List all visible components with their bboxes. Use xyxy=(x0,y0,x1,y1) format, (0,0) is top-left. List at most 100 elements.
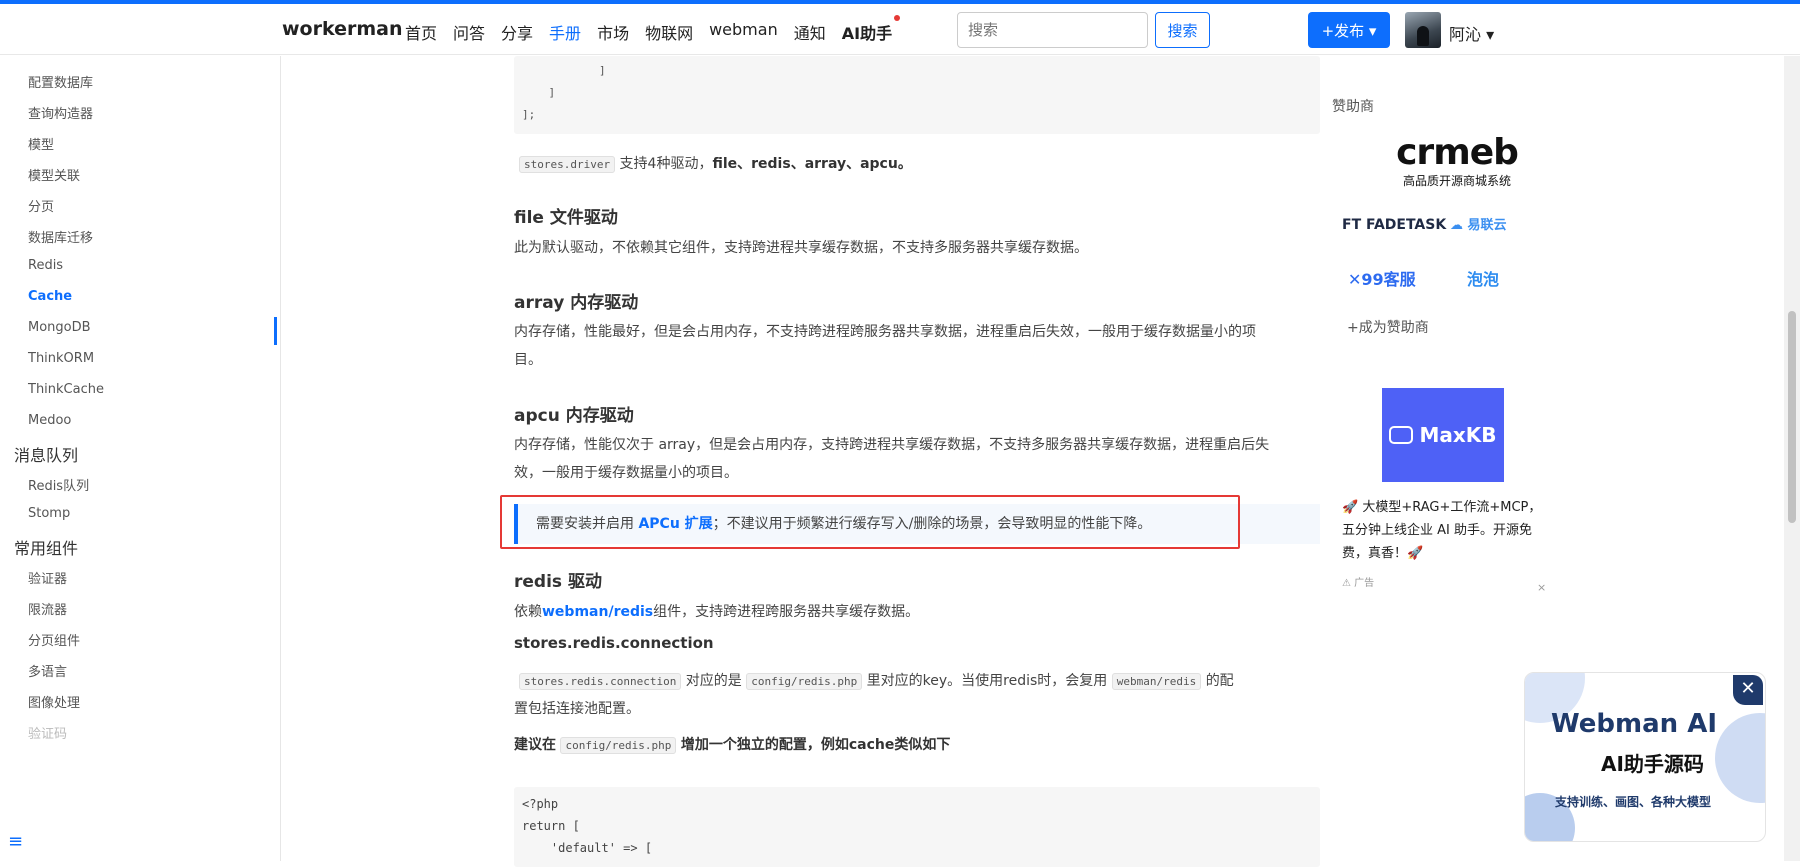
nav-qa[interactable]: 问答 xyxy=(453,20,485,44)
sidebar-item-thinkcache[interactable]: ThinkCache xyxy=(28,382,104,397)
menu-icon[interactable]: ≡ xyxy=(8,831,23,852)
code-line: <?php xyxy=(522,797,559,811)
sidebar-item-redis[interactable]: Redis xyxy=(28,258,63,273)
sidebar-item-pagination-component[interactable]: 分页组件 xyxy=(28,630,80,649)
docs-sidebar: 配置数据库 查询构造器 模型 模型关联 分页 数据库迁移 Redis Cache… xyxy=(0,56,281,861)
redis-text-pre: 依赖 xyxy=(514,604,542,620)
heading-array-driver: array 内存驱动 xyxy=(514,293,639,313)
inline-code: stores.driver xyxy=(519,156,616,173)
sidebar-item-thinkorm[interactable]: ThinkORM xyxy=(28,351,94,366)
search-button[interactable]: 搜索 xyxy=(1155,12,1210,48)
suggest-text-pre: 建议在 xyxy=(514,737,556,753)
ad-label-text: 广告 xyxy=(1354,578,1375,589)
redis-driver-paragraph: 依赖webman/redis组件，支持跨进程跨服务器共享缓存数据。 xyxy=(514,598,919,626)
maxkb-label: MaxKB xyxy=(1419,423,1497,447)
publish-button[interactable]: +发布 ▾ xyxy=(1308,12,1390,48)
sidebar-item-migrations[interactable]: 数据库迁移 xyxy=(28,227,93,246)
connection-text-1: 对应的是 xyxy=(685,673,742,689)
heading-redis-connection: stores.redis.connection xyxy=(514,634,714,652)
code-line: ]; xyxy=(522,108,536,121)
page-scrollbar[interactable] xyxy=(1784,56,1800,861)
redis-text-post: 组件，支持跨进程跨服务器共享缓存数据。 xyxy=(653,604,920,620)
nav-share[interactable]: 分享 xyxy=(501,20,533,44)
nav-manual[interactable]: 手册 xyxy=(549,20,581,44)
sidebar-item-db-config[interactable]: 配置数据库 xyxy=(28,72,93,91)
array-driver-paragraph-2: 目。 xyxy=(514,352,542,368)
search-input[interactable] xyxy=(957,12,1148,48)
sidebar-item-captcha[interactable]: 验证码 xyxy=(28,723,67,742)
ad-label: ⚠ 广告 xyxy=(1342,578,1375,589)
nav-home[interactable]: 首页 xyxy=(405,20,437,44)
crmeb-logo: crmeb xyxy=(1396,132,1519,173)
cloud-icon: ☁ xyxy=(1450,218,1463,233)
code-line: return [ xyxy=(522,819,580,833)
sidebar-item-stomp[interactable]: Stomp xyxy=(28,506,70,521)
webman-ai-promo[interactable]: ✕ Webman AI AI助手源码 支持训练、画图、各种大模型 xyxy=(1524,672,1766,842)
nav-webman[interactable]: webman xyxy=(709,20,778,44)
promo-caption: 支持训练、画图、各种大模型 xyxy=(1555,795,1712,809)
sidebar-item-cache[interactable]: Cache xyxy=(28,289,72,304)
file-driver-paragraph: 此为默认驱动，不依赖其它组件，支持跨进程共享缓存数据，不支持多服务器共享缓存数据… xyxy=(514,240,1088,256)
sidebar-item-model-relations[interactable]: 模型关联 xyxy=(28,165,80,184)
main-nav: 首页 问答 分享 手册 市场 物联网 webman 通知 AI助手 xyxy=(405,15,901,44)
sidebar-active-indicator xyxy=(274,317,277,345)
decor-shape xyxy=(1715,713,1765,803)
sidebar-item-i18n[interactable]: 多语言 xyxy=(28,661,67,680)
connection-paragraph-1: stores.redis.connection 对应的是 config/redi… xyxy=(519,667,1319,696)
scrollbar-thumb[interactable] xyxy=(1788,311,1796,523)
inline-code: webman/redis xyxy=(1111,673,1202,690)
nav-notice[interactable]: 通知 xyxy=(794,20,826,44)
drivers-text: 支持4种驱动， xyxy=(619,156,713,172)
apcu-driver-paragraph-2: 效，一般用于缓存数据量小的项目。 xyxy=(514,465,738,481)
site-header: workerman 首页 问答 分享 手册 市场 物联网 webman 通知 A… xyxy=(0,4,1800,55)
inline-code: config/redis.php xyxy=(560,737,677,754)
sponsor-crmeb[interactable]: crmeb 高品质开源商城系统 xyxy=(1382,134,1532,189)
sponsor-99kefu[interactable]: ✕99客服 xyxy=(1348,266,1416,290)
drivers-paragraph: stores.driver 支持4种驱动，file、redis、array、ap… xyxy=(519,150,912,179)
heading-apcu-driver: apcu 内存驱动 xyxy=(514,406,634,426)
sidebar-item-pagination[interactable]: 分页 xyxy=(28,196,54,215)
sponsor-paopao[interactable]: 泡泡 xyxy=(1467,266,1499,290)
user-menu[interactable]: 阿沁 ▾ xyxy=(1449,21,1494,45)
notification-dot xyxy=(894,15,901,21)
promo-title: Webman AI xyxy=(1551,709,1717,739)
maxkb-ad-image[interactable]: MaxKB xyxy=(1382,388,1504,482)
code-block-top: ] ] ]; xyxy=(514,56,1320,134)
code-line: 'default' => [ xyxy=(522,841,653,855)
inline-code: config/redis.php xyxy=(746,673,863,690)
sponsor-fadetask[interactable]: FT FADETASK xyxy=(1342,217,1446,233)
webman-redis-link[interactable]: webman/redis xyxy=(542,604,653,620)
suggest-paragraph: 建议在 config/redis.php 增加一个独立的配置，例如cache类似… xyxy=(514,731,950,760)
sidebar-item-rate-limiter[interactable]: 限流器 xyxy=(28,599,67,618)
nav-ai-label: AI助手 xyxy=(841,24,893,43)
become-sponsor-link[interactable]: +成为赞助商 xyxy=(1347,317,1429,337)
connection-text-3: 的配 xyxy=(1205,673,1234,689)
sidebar-item-model[interactable]: 模型 xyxy=(28,134,54,153)
avatar[interactable] xyxy=(1405,12,1441,48)
sidebar-item-validator[interactable]: 验证器 xyxy=(28,568,67,587)
highlight-box xyxy=(500,495,1240,549)
sponsor-yilianyun[interactable]: ☁ 易联云 xyxy=(1450,214,1507,233)
ad-description[interactable]: 🚀 大模型+RAG+工作流+MCP，五分钟上线企业 AI 助手。开源免费，真香！… xyxy=(1342,496,1542,565)
nav-iot[interactable]: 物联网 xyxy=(645,20,693,44)
close-icon[interactable]: ✕ xyxy=(1733,675,1763,705)
sidebar-item-query-builder[interactable]: 查询构造器 xyxy=(28,103,93,122)
code-line: ] xyxy=(522,86,556,99)
code-line: ] xyxy=(546,64,606,77)
brand-logo[interactable]: workerman xyxy=(282,18,403,40)
sidebar-group-message-queue: 消息队列 xyxy=(14,446,79,465)
ad-close-button[interactable]: × xyxy=(1537,581,1546,594)
connection-paragraph-2: 置包括连接池配置。 xyxy=(514,701,640,717)
nav-market[interactable]: 市场 xyxy=(597,20,629,44)
sidebar-item-redis-queue[interactable]: Redis队列 xyxy=(28,475,89,494)
sidebar-item-medoo[interactable]: Medoo xyxy=(28,413,71,428)
sponsors-title: 赞助商 xyxy=(1332,99,1374,115)
drivers-list: file、redis、array、apcu。 xyxy=(712,156,912,172)
array-driver-paragraph-1: 内存存储，性能最好，但是会占用内存，不支持跨进程跨服务器共享数据，进程重启后失效… xyxy=(514,324,1256,340)
suggest-text-post: 增加一个独立的配置，例如cache类似如下 xyxy=(680,737,951,753)
chat-icon xyxy=(1389,426,1414,444)
sidebar-item-image[interactable]: 图像处理 xyxy=(28,692,80,711)
sidebar-item-mongodb[interactable]: MongoDB xyxy=(28,320,91,335)
crmeb-tagline: 高品质开源商城系统 xyxy=(1402,174,1511,188)
nav-ai-assistant[interactable]: AI助手 xyxy=(841,15,901,44)
